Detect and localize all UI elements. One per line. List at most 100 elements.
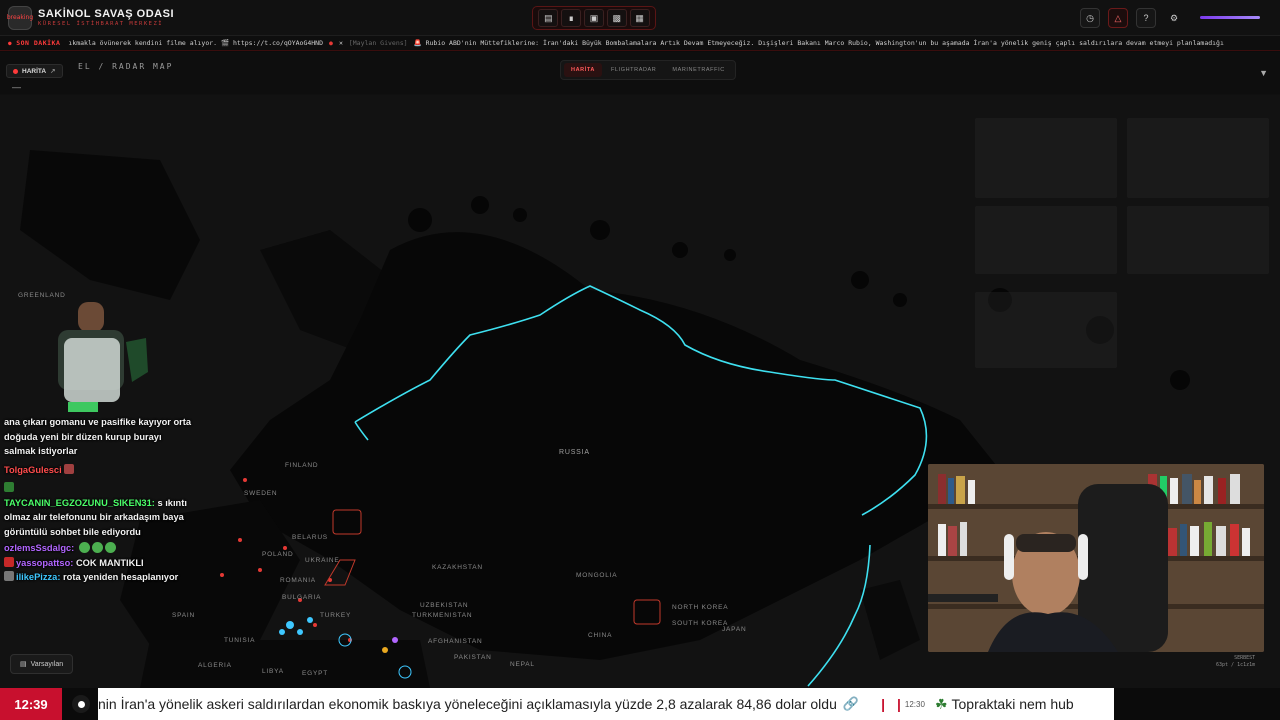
- map-panel-button[interactable]: HARİTA ↗: [6, 64, 63, 78]
- country-label: ROMANIA: [280, 577, 316, 584]
- rss-icon[interactable]: ∎: [561, 9, 582, 27]
- country-label: SPAIN: [172, 612, 196, 619]
- country-label: ALGERIA: [198, 662, 232, 669]
- fps-readout: 63pt / 1c1z1m: [1216, 662, 1256, 668]
- news-card[interactable]: [975, 206, 1117, 274]
- chat-text: COK MANTIKLI: [75, 557, 144, 568]
- map-source-tabs: HARİTA FLIGHTRADAR MARINETRAFFIC: [560, 60, 736, 80]
- country-label: PAKISTAN: [454, 654, 492, 661]
- chart-icon[interactable]: ▩: [606, 9, 627, 27]
- subscriber-badge-icon: [4, 571, 14, 581]
- x-icon: ✕: [338, 39, 343, 47]
- streamer-webcam: [928, 464, 1264, 652]
- mode-label: SERBEST: [1234, 655, 1256, 661]
- chat-text: ana çıkarı gomanu ve pasifike kayıyor or…: [4, 417, 192, 456]
- country-label: TUNISIA: [224, 637, 256, 644]
- chat-message: TAYCANIN_EGZOZUNU_SIKEN31: s ıkıntı olma…: [4, 481, 194, 539]
- subscriber-badge-icon: [4, 556, 14, 567]
- divider: |: [881, 696, 885, 712]
- news-icon[interactable]: ▦: [629, 9, 650, 27]
- app-title: SAKİNOL SAVAŞ ODASI: [38, 8, 175, 20]
- filter-icon[interactable]: ▼: [1259, 68, 1268, 78]
- clock: 12:39: [0, 688, 62, 720]
- country-label: BELARUS: [292, 534, 328, 541]
- header-actions: ◷ △ ? ⚙: [1080, 8, 1184, 28]
- chat-username[interactable]: TolgaGulesci: [4, 465, 62, 475]
- war-room-app: breaking SAKİNOL SAVAŞ ODASI KÜRESEL İST…: [0, 0, 1280, 720]
- defaults-button[interactable]: ▤ Varsayılan: [10, 654, 74, 674]
- tv-icon[interactable]: ▣: [583, 9, 604, 27]
- country-label: UKRAINE: [305, 557, 340, 564]
- country-label: GREENLAND: [18, 292, 66, 299]
- link-icon[interactable]: 🔗: [843, 696, 859, 712]
- headline-ticker: nin İran'a yönelik askeri saldırılardan …: [98, 688, 1114, 720]
- ticker-item[interactable]: ıkmakla övünerek kendini filme alıyor. 🎬…: [68, 39, 323, 47]
- emote-icon: [78, 542, 90, 553]
- subscriber-badge-icon: [4, 482, 14, 492]
- country-label: BULGARIA: [282, 594, 322, 601]
- chat-message: ilikePizza: rota yeniden hesaplanıyor: [4, 570, 194, 585]
- news-card[interactable]: [975, 292, 1117, 368]
- tab-marinetraffic[interactable]: MARINETRAFFIC: [665, 63, 731, 77]
- country-label: POLAND: [262, 551, 294, 558]
- map-icon: ▤: [20, 661, 27, 668]
- country-label: NEPAL: [510, 661, 535, 668]
- view-toolbar: ▤ ∎ ▣ ▩ ▦: [532, 6, 656, 30]
- country-label: KAZAKHSTAN: [432, 564, 483, 571]
- live-chat: ana çıkarı gomanu ve pasifike kayıyor or…: [4, 415, 194, 585]
- headline-time: 12:30: [904, 699, 925, 709]
- divider: |: [896, 696, 901, 712]
- help-icon[interactable]: ?: [1136, 8, 1156, 28]
- defaults-label: Varsayılan: [30, 660, 64, 668]
- headline-text[interactable]: Topraktaki nem hub: [952, 696, 1074, 712]
- left-webcam-overlay: [28, 302, 153, 420]
- chat-message: ozlemsSsdalgc:: [4, 541, 194, 556]
- country-label: AFGHANISTAN: [428, 638, 483, 645]
- map-header: HARİTA ↗ EL / RADAR MAP — HARİTA FLIGHTR…: [0, 52, 1280, 94]
- country-label: LIBYA: [262, 668, 284, 675]
- chat-username[interactable]: ozlemsSsdalgc: [4, 543, 71, 553]
- news-card[interactable]: [1127, 118, 1269, 198]
- breaking-news-ticker: SON DAKİKA ıkmakla övünerek kendini film…: [0, 36, 1280, 51]
- bottom-right-area: [1114, 688, 1280, 720]
- news-card[interactable]: [975, 118, 1117, 198]
- ticker-item[interactable]: 🚨 Rubio ABD'nin Müttefiklerine: İran'dak…: [414, 39, 1224, 47]
- plant-icon: ☘: [934, 695, 948, 712]
- chat-message: ana çıkarı gomanu ve pasifike kayıyor or…: [4, 415, 194, 459]
- gear-icon[interactable]: ⚙: [1164, 8, 1184, 28]
- news-card[interactable]: [1127, 206, 1269, 274]
- map-icon[interactable]: ▤: [538, 9, 559, 27]
- country-label: TURKEY: [320, 612, 352, 619]
- country-label: SWEDEN: [244, 490, 278, 497]
- country-label: FINLAND: [285, 462, 319, 469]
- radar-title: EL / RADAR MAP: [78, 62, 174, 71]
- map-panel-label: HARİTA: [22, 67, 47, 75]
- clock-icon[interactable]: ◷: [1080, 8, 1100, 28]
- breaking-label: SON DAKİKA: [0, 39, 68, 47]
- map-mode-readout: SERBEST 63pt / 1c1z1m: [1216, 655, 1255, 669]
- headline-text[interactable]: nin İran'a yönelik askeri saldırılardan …: [98, 696, 837, 712]
- emote-icon: [104, 542, 116, 553]
- progress-indicator: [1200, 16, 1260, 19]
- chat-message: TolgaGulesci: [4, 463, 194, 478]
- country-label: TURKMENISTAN: [412, 612, 473, 619]
- app-subtitle: KÜRESEL İSTİHBARAT MERKEZİ: [38, 21, 164, 27]
- app-logo[interactable]: breaking: [7, 6, 33, 30]
- tab-flightradar[interactable]: FLIGHTRADAR: [604, 63, 663, 77]
- separator-icon: ●: [329, 39, 333, 47]
- tab-harita[interactable]: HARİTA: [564, 63, 602, 77]
- ticker-source: [Maylan Givens]: [348, 39, 408, 47]
- country-label: SOUTH KOREA: [672, 620, 729, 627]
- country-label: EGYPT: [302, 670, 329, 677]
- country-label: NORTH KOREA: [672, 604, 729, 611]
- external-link-icon[interactable]: ↗: [50, 67, 55, 75]
- collapse-icon[interactable]: —: [12, 82, 21, 92]
- chat-username[interactable]: ilikePizza: [16, 572, 57, 582]
- chat-message: yassopattso: COK MANTIKLI: [4, 556, 194, 571]
- emote-icon: [91, 542, 103, 553]
- alert-icon[interactable]: △: [1108, 8, 1128, 28]
- chat-username[interactable]: yassopattso: [16, 558, 70, 568]
- chat-username[interactable]: TAYCANIN_EGZOZUNU_SIKEN31: [4, 498, 152, 508]
- live-indicator-icon: [72, 695, 90, 713]
- country-label: RUSSIA: [559, 449, 590, 456]
